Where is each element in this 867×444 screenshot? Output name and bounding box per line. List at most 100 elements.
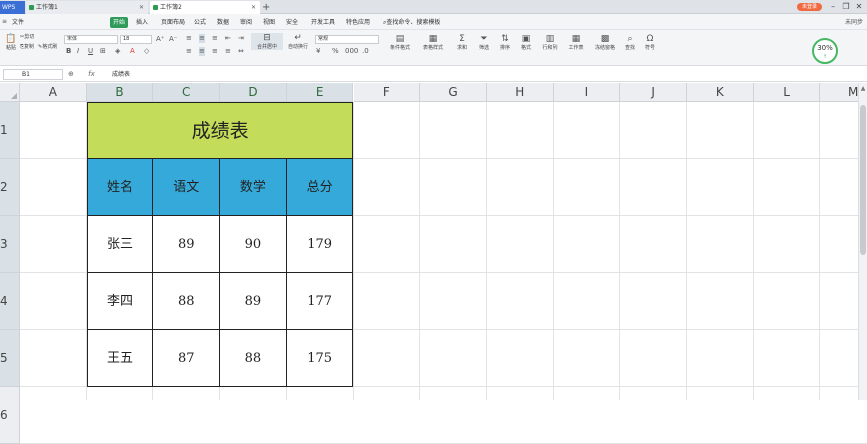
table-data-cell[interactable]: 88 [220,330,287,387]
row-header[interactable]: 4 [0,273,20,330]
select-all-corner[interactable] [0,83,20,102]
column-header[interactable]: C [153,83,221,102]
find-button[interactable]: ⌕ 查找 [621,34,639,51]
row-header[interactable]: 3 [0,216,20,273]
font-color-icon[interactable]: A [130,47,135,56]
paste-button[interactable]: 📋 粘贴 [2,34,20,51]
column-header[interactable]: B [86,83,154,102]
freeze-panes-button[interactable]: ▩ 冻结窗格 [590,34,620,51]
font-shrink-icon[interactable]: A⁻ [169,35,177,44]
performance-ring[interactable]: 30% ↑ [812,38,838,64]
vertical-scrollbar[interactable]: ▲ [858,83,867,400]
tab-workbook1[interactable]: 工作簿1 ✕ [26,1,148,14]
menu-security[interactable]: 安全 [283,17,301,28]
menu-view[interactable]: 视图 [260,17,278,28]
column-header[interactable]: G [420,83,487,102]
login-button[interactable]: 未登录 [797,3,822,11]
filter-button[interactable]: ⏷ 筛选 [474,34,494,51]
align-right-icon[interactable]: ≡ [212,47,218,56]
table-style-button[interactable]: ▦ 表格样式 [417,34,449,51]
column-header[interactable]: K [687,83,754,102]
column-header[interactable]: A [20,83,87,102]
column-header[interactable]: I [553,83,621,102]
scrollbar-thumb[interactable] [860,105,866,255]
zoom-icon[interactable]: ⊕ [68,70,74,78]
close-icon[interactable]: ✕ [139,1,144,14]
table-data-cell[interactable]: 88 [153,273,221,330]
indent-left-icon[interactable]: ⇤ [225,34,231,43]
table-data-cell[interactable]: 89 [220,273,287,330]
currency-icon[interactable]: ¥ [316,47,320,56]
menu-page-layout[interactable]: 页面布局 [158,17,188,28]
hamburger-icon[interactable]: ≡ [2,17,7,26]
column-header[interactable]: F [353,83,421,102]
menu-insert[interactable]: 插入 [133,17,151,28]
thousands-icon[interactable]: 000 [345,47,358,56]
font-size-select[interactable]: 18 [120,35,152,44]
align-middle-icon[interactable]: ≡ [199,34,205,43]
row-header[interactable]: 6 [0,387,20,444]
symbol-button[interactable]: Ω 符号 [641,34,659,51]
align-top-icon[interactable]: ≡ [186,34,192,43]
close-window-icon[interactable]: ✕ [853,1,865,13]
column-header[interactable]: E [286,83,354,102]
distribute-icon[interactable]: ⇔ [238,47,244,56]
command-search[interactable]: ⌕查找命令、搜索模板 [380,17,443,28]
new-tab-button[interactable]: + [262,1,274,14]
row-col-button[interactable]: ▥ 行和列 [538,34,562,51]
italic-icon[interactable]: I [77,47,79,56]
table-data-cell[interactable]: 90 [220,216,287,273]
align-center-icon[interactable]: ≡ [199,47,205,56]
format-button[interactable]: ▣ 格式 [516,34,536,51]
fx-icon[interactable]: fx [88,70,95,78]
menu-data[interactable]: 数据 [214,17,232,28]
close-icon[interactable]: ✕ [251,1,256,14]
table-data-cell[interactable]: 177 [286,273,354,330]
sync-status[interactable]: 未同步 [845,17,863,28]
align-left-icon[interactable]: ≡ [186,47,192,56]
sort-button[interactable]: ⇅ 排序 [495,34,515,51]
row-header[interactable]: 5 [0,330,20,387]
indent-right-icon[interactable]: ⇥ [238,34,244,43]
column-header[interactable]: D [220,83,287,102]
table-header-cell[interactable]: 总分 [286,159,354,216]
column-header[interactable]: J [620,83,687,102]
table-data-cell[interactable]: 张三 [86,216,154,273]
merge-center-button[interactable]: ⊟ 合并居中 [251,33,283,50]
menu-special[interactable]: 特色应用 [343,17,373,28]
menu-developer[interactable]: 开发工具 [308,17,338,28]
name-box[interactable]: B1 [3,69,63,80]
maximize-icon[interactable]: ❐ [840,1,852,13]
menu-home[interactable]: 开始 [110,17,129,28]
table-header-cell[interactable]: 姓名 [86,159,154,216]
justify-icon[interactable]: ≡ [225,47,231,56]
menu-formula[interactable]: 公式 [191,17,209,28]
table-data-cell[interactable]: 89 [153,216,221,273]
table-data-cell[interactable]: 王五 [86,330,154,387]
font-grow-icon[interactable]: A⁺ [156,35,164,44]
align-bottom-icon[interactable]: ≡ [212,34,218,43]
sum-button[interactable]: Σ 求和 [452,34,472,51]
table-data-cell[interactable]: 175 [286,330,354,387]
minimize-icon[interactable]: – [827,1,839,13]
table-header-cell[interactable]: 语文 [153,159,221,216]
fill-color-icon[interactable]: ◈ [115,47,120,56]
wrap-text-button[interactable]: ↵ 自动换行 [285,33,311,50]
percent-icon[interactable]: % [332,47,339,56]
scroll-up-icon[interactable]: ▲ [859,85,867,92]
cut-button[interactable]: ✂剪切 [20,34,42,40]
decimal-icon[interactable]: .0 [362,47,369,56]
bold-icon[interactable]: B [66,47,71,56]
menu-review[interactable]: 审阅 [237,17,255,28]
wps-app-tab[interactable]: WPS [0,1,25,14]
border-icon[interactable]: ⊞ [100,47,106,56]
table-header-cell[interactable]: 数学 [220,159,287,216]
underline-icon[interactable]: U [88,47,93,56]
table-data-cell[interactable]: 李四 [86,273,154,330]
formula-input[interactable]: 成绩表 [108,69,863,80]
tab-workbook2[interactable]: 工作簿2 ✕ [150,1,260,14]
table-data-cell[interactable]: 87 [153,330,221,387]
column-header[interactable]: L [753,83,821,102]
spreadsheet-grid[interactable]: A B C D E F G H I J K L M 1 2 3 4 5 6 成绩表 姓名 语文 数学 总分 张三 89 90 179 李… [0,83,867,444]
column-header[interactable]: H [486,83,554,102]
